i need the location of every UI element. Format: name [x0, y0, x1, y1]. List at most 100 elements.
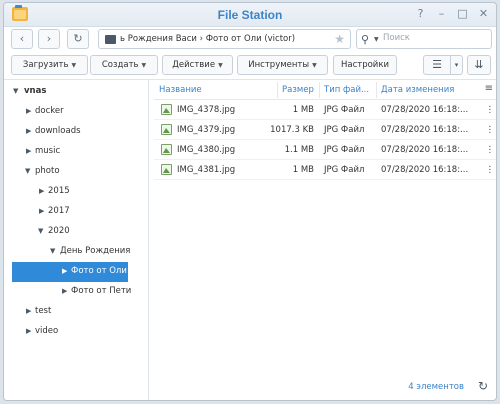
tree-item-label: 2020 — [48, 226, 70, 236]
chevron-down-icon: ▼ — [141, 62, 147, 69]
table-row[interactable]: IMG_4380.jpg 1.1 MB JPG Файл 07/28/2020 … — [154, 140, 496, 160]
help-icon[interactable]: ? — [414, 7, 427, 20]
tree-item-docker[interactable]: ▶ docker — [4, 102, 149, 122]
title-bar: File Station ? – □ ✕ — [4, 3, 496, 27]
tree-item-photo[interactable]: ▼ photo — [4, 162, 149, 182]
refresh-icon[interactable]: ↻ — [478, 379, 488, 393]
search-input[interactable] — [383, 33, 483, 43]
chevron-down-icon: ▼ — [218, 62, 223, 69]
refresh-button[interactable]: ↻ — [67, 29, 89, 49]
expand-arrow-icon[interactable]: ▶ — [26, 127, 31, 135]
image-file-icon — [161, 164, 172, 175]
tree-item-birthday[interactable]: ▼ День Рождения — [4, 242, 149, 262]
more-options-icon[interactable]: ⋮ — [486, 165, 495, 175]
tree-item-vnas[interactable]: ▼ vnas — [4, 82, 149, 102]
more-options-icon[interactable]: ⋮ — [486, 145, 495, 155]
table-row[interactable]: IMG_4378.jpg 1 MB JPG Файл 07/28/2020 16… — [154, 100, 496, 120]
path-bar[interactable]: ь Рождения Васи › Фото от Оли (victor) ★ — [98, 29, 351, 49]
close-icon[interactable]: ✕ — [477, 7, 490, 20]
back-button[interactable]: ‹ — [11, 29, 33, 49]
expand-arrow-icon[interactable]: ▶ — [26, 307, 31, 315]
tree-item-video[interactable]: ▶ video — [4, 322, 149, 342]
list-view-icon[interactable]: ☰ — [423, 55, 451, 75]
file-type: JPG Файл — [324, 105, 365, 115]
image-file-icon — [161, 124, 172, 135]
tree-item-label: День Рождения — [60, 246, 131, 256]
file-size: 1 MB — [292, 165, 314, 175]
table-row[interactable]: IMG_4379.jpg 1017.3 KB JPG Файл 07/28/20… — [154, 120, 496, 140]
expand-arrow-icon[interactable]: ▶ — [26, 107, 31, 115]
tree-item-2020[interactable]: ▼ 2020 — [4, 222, 149, 242]
expand-arrow-icon[interactable]: ▶ — [26, 147, 31, 155]
column-headers: Название Размер Тип фай... Дата изменени… — [154, 80, 496, 100]
sort-icon[interactable]: ⇊ — [467, 55, 491, 75]
tree-item-music[interactable]: ▶ music — [4, 142, 149, 162]
upload-label: Загрузить — [22, 60, 69, 70]
expand-arrow-icon[interactable]: ▶ — [62, 287, 67, 295]
expand-arrow-icon[interactable]: ▶ — [26, 327, 31, 335]
tree-item-label: 2017 — [48, 206, 70, 216]
column-header-modified[interactable]: Дата изменения — [381, 85, 454, 95]
chevron-down-icon[interactable]: ▼ — [374, 36, 379, 43]
tree-item-label: docker — [35, 106, 64, 116]
file-name: IMG_4379.jpg — [177, 125, 236, 135]
tree-item-label: music — [35, 146, 61, 156]
file-modified: 07/28/2020 16:18:... — [381, 145, 469, 155]
settings-button[interactable]: Настройки — [333, 55, 397, 75]
maximize-icon[interactable]: □ — [456, 7, 469, 20]
column-divider[interactable] — [319, 82, 320, 98]
minimize-icon[interactable]: – — [435, 7, 448, 20]
tree-item-2015[interactable]: ▶ 2015 — [4, 182, 149, 202]
action-label: Действие — [172, 60, 216, 70]
upload-button[interactable]: Загрузить ▼ — [11, 55, 88, 75]
favorite-star-icon[interactable]: ★ — [334, 32, 345, 46]
search-icon[interactable]: ⚲ — [361, 33, 369, 46]
image-file-icon — [161, 144, 172, 155]
tree-item-label: Фото от Пети — [71, 286, 132, 296]
more-options-icon[interactable]: ⋮ — [486, 105, 495, 115]
tree-item-photos-from-petya[interactable]: ▶ Фото от Пети — [4, 282, 149, 302]
window-controls: ? – □ ✕ — [414, 7, 490, 20]
tree-item-label: video — [35, 326, 59, 336]
more-options-icon[interactable]: ⋮ — [486, 125, 495, 135]
expand-arrow-icon[interactable]: ▶ — [39, 187, 44, 195]
table-row[interactable]: IMG_4381.jpg 1 MB JPG Файл 07/28/2020 16… — [154, 160, 496, 180]
column-header-name[interactable]: Название — [159, 85, 202, 95]
column-header-size[interactable]: Размер — [282, 85, 314, 95]
tree-item-label: photo — [35, 166, 60, 176]
column-menu-icon[interactable]: ≡ — [485, 83, 493, 94]
tree-item-2017[interactable]: ▶ 2017 — [4, 202, 149, 222]
image-file-icon — [161, 104, 172, 115]
file-size: 1 MB — [292, 105, 314, 115]
create-button[interactable]: Создать ▼ — [90, 55, 158, 75]
tree-item-downloads[interactable]: ▶ downloads — [4, 122, 149, 142]
forward-button[interactable]: › — [38, 29, 60, 49]
tree-item-label: test — [35, 306, 52, 316]
file-size: 1.1 MB — [284, 145, 314, 155]
expand-arrow-icon[interactable]: ▼ — [38, 227, 43, 235]
tree-item-photos-from-olya[interactable]: ▶ Фото от Оли — [12, 262, 128, 282]
view-mode-chevron-down-icon[interactable]: ▾ — [450, 55, 463, 75]
column-divider[interactable] — [277, 82, 278, 98]
file-modified: 07/28/2020 16:18:... — [381, 105, 469, 115]
tools-label: Инструменты — [248, 60, 310, 70]
folder-tree: ▼ vnas ▶ docker ▶ downloads ▶ music ▼ ph… — [4, 80, 149, 400]
file-name: IMG_4381.jpg — [177, 165, 236, 175]
navigation-bar: ‹ › ↻ ь Рождения Васи › Фото от Оли (vic… — [4, 27, 496, 53]
file-name: IMG_4380.jpg — [177, 145, 236, 155]
file-type: JPG Файл — [324, 165, 365, 175]
expand-arrow-icon[interactable]: ▶ — [62, 267, 67, 275]
expand-arrow-icon[interactable]: ▼ — [25, 167, 30, 175]
expand-arrow-icon[interactable]: ▼ — [50, 247, 55, 255]
column-header-type[interactable]: Тип фай... — [324, 85, 369, 95]
chevron-down-icon: ▼ — [71, 62, 77, 69]
tree-item-label: Фото от Оли — [71, 266, 127, 276]
expand-arrow-icon[interactable]: ▶ — [39, 207, 44, 215]
search-box[interactable]: ⚲ ▼ — [356, 29, 492, 49]
tools-button[interactable]: Инструменты ▼ — [237, 55, 328, 75]
expand-arrow-icon[interactable]: ▼ — [13, 87, 18, 95]
column-divider[interactable] — [376, 82, 377, 98]
tree-item-label: 2015 — [48, 186, 70, 196]
action-button[interactable]: Действие ▼ — [162, 55, 233, 75]
tree-item-test[interactable]: ▶ test — [4, 302, 149, 322]
